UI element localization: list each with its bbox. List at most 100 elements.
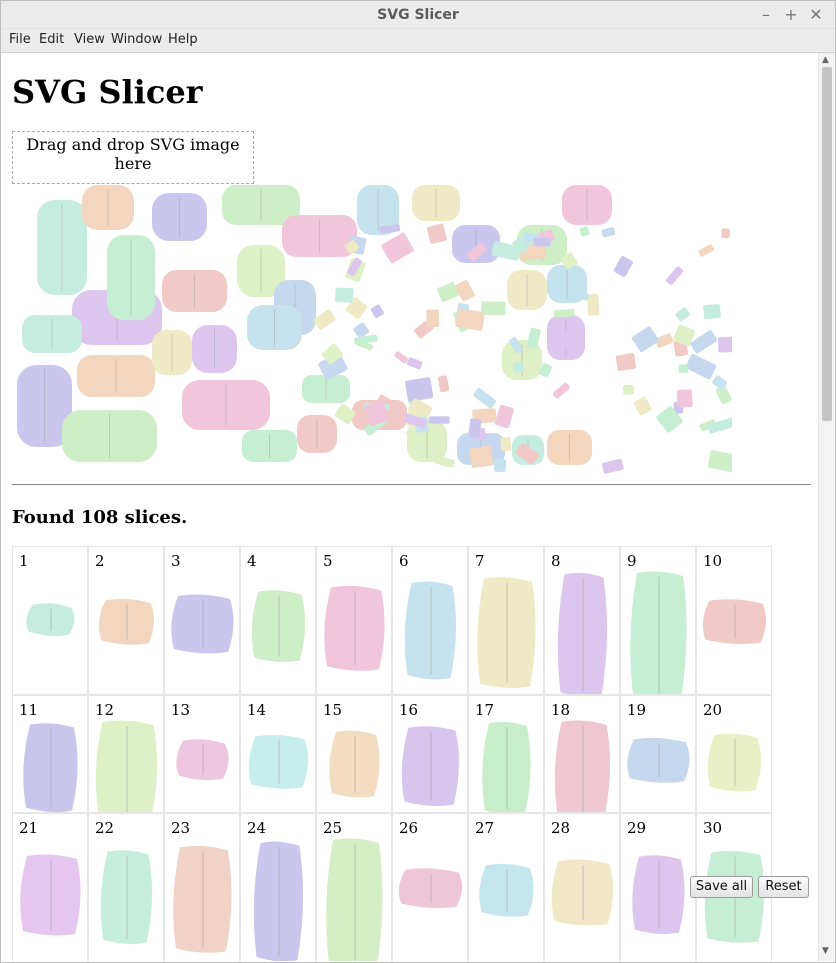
slice-thumbnail <box>479 863 534 917</box>
preview-small-shape <box>494 404 515 429</box>
preview-small-shape <box>613 255 633 277</box>
menu-view[interactable]: View <box>74 32 105 47</box>
preview-small-shape <box>468 418 482 438</box>
preview-small-shape <box>438 375 450 393</box>
slice-thumbnail <box>627 737 690 783</box>
preview-small-shape <box>721 228 731 239</box>
slice-cell[interactable]: 14 <box>240 695 316 813</box>
preview-small-shape <box>405 377 434 402</box>
slice-cell[interactable]: 18 <box>544 695 620 813</box>
slice-thumbnail <box>707 733 762 792</box>
slice-cell[interactable]: 6 <box>392 546 468 695</box>
slice-cell[interactable]: 23 <box>164 813 240 961</box>
slice-shape <box>557 572 608 694</box>
preview-small-shape <box>394 351 409 364</box>
slice-cell[interactable]: 17 <box>468 695 544 813</box>
preview-small-shape <box>678 364 689 373</box>
slice-thumbnail <box>557 572 608 694</box>
slice-cell[interactable]: 22 <box>88 813 164 961</box>
preview-small-shape <box>426 309 440 328</box>
slice-cell[interactable]: 29 <box>620 813 696 961</box>
slice-cell[interactable]: 5 <box>316 546 392 695</box>
close-icon[interactable]: ✕ <box>806 5 826 25</box>
slice-thumbnail <box>251 590 306 663</box>
slice-shape <box>630 571 687 694</box>
slice-shape <box>404 581 457 680</box>
preview-small-shape <box>533 237 551 247</box>
preview-small-shape <box>665 266 684 285</box>
slice-cell[interactable]: 10 <box>696 546 772 695</box>
slice-cell[interactable]: 19 <box>620 695 696 813</box>
drop-zone[interactable]: Drag and drop SVG image here <box>12 131 254 184</box>
slice-cell[interactable]: 1 <box>12 546 88 695</box>
slice-cell[interactable]: 20 <box>696 695 772 813</box>
slice-thumbnail <box>401 726 460 807</box>
slice-thumbnail <box>100 850 153 945</box>
slice-cell[interactable]: 12 <box>88 695 164 813</box>
page-title: SVG Slicer <box>12 73 203 111</box>
maximize-icon[interactable]: + <box>781 5 801 25</box>
preview-small-shape <box>426 223 447 244</box>
slice-shape <box>627 737 690 783</box>
preview-small-shape <box>633 396 652 416</box>
slice-cell[interactable]: 7 <box>468 546 544 695</box>
preview-small-shape <box>602 458 624 474</box>
slice-cell[interactable]: 24 <box>240 813 316 961</box>
preview-small-shape <box>381 232 414 264</box>
menu-window[interactable]: Window <box>111 32 162 47</box>
slice-shape <box>477 577 536 689</box>
slice-cell[interactable]: 3 <box>164 546 240 695</box>
slice-shape <box>707 733 762 792</box>
scrollbar-thumb[interactable] <box>822 67 832 421</box>
slice-cell[interactable]: 26 <box>392 813 468 961</box>
slice-thumbnail <box>98 598 155 645</box>
slice-thumbnail <box>248 734 309 789</box>
slice-thumbnail <box>702 599 767 645</box>
divider <box>12 484 811 485</box>
preview-small-shape <box>622 384 635 395</box>
slice-cell[interactable]: 15 <box>316 695 392 813</box>
slice-cell[interactable]: 11 <box>12 695 88 813</box>
slice-cell[interactable]: 21 <box>12 813 88 961</box>
slice-shape <box>398 868 463 909</box>
window-title: SVG Slicer <box>377 7 459 23</box>
reset-button[interactable]: Reset <box>758 876 809 898</box>
slice-cell[interactable]: 4 <box>240 546 316 695</box>
preview-small-shape <box>434 455 455 468</box>
slice-shape <box>482 721 531 812</box>
slice-cell[interactable]: 27 <box>468 813 544 961</box>
slice-thumbnail <box>477 577 536 689</box>
slice-cell[interactable]: 25 <box>316 813 392 961</box>
slice-cell[interactable]: 28 <box>544 813 620 961</box>
slice-shape <box>100 850 153 945</box>
menu-file[interactable]: File <box>9 32 31 47</box>
slice-shape <box>329 730 380 798</box>
minimize-icon[interactable]: – <box>756 5 776 25</box>
slice-shape <box>176 739 229 781</box>
vertical-scrollbar[interactable]: ▲ ▼ <box>818 53 835 961</box>
menu-edit[interactable]: Edit <box>39 32 64 47</box>
slice-cell[interactable]: 8 <box>544 546 620 695</box>
save-all-button[interactable]: Save all <box>690 876 753 898</box>
menu-help[interactable]: Help <box>168 32 198 47</box>
preview-small-shape <box>313 309 336 330</box>
slice-thumbnail <box>253 841 304 961</box>
slice-thumbnail <box>632 855 685 935</box>
slice-cell[interactable]: 2 <box>88 546 164 695</box>
slice-shape <box>554 720 611 812</box>
app-window: SVG Slicer – + ✕ File Edit View Window H… <box>0 0 836 963</box>
slice-thumbnail <box>171 594 234 654</box>
slice-cell[interactable]: 13 <box>164 695 240 813</box>
scroll-down-icon[interactable]: ▼ <box>822 946 829 956</box>
slice-thumbnail <box>398 868 463 909</box>
slice-shape <box>551 859 614 926</box>
slice-thumbnail <box>404 581 457 680</box>
preview-small-shape <box>500 436 512 452</box>
slice-cell[interactable]: 16 <box>392 695 468 813</box>
slice-thumbnail <box>173 845 232 953</box>
scroll-up-icon[interactable]: ▲ <box>822 55 829 65</box>
slice-shape <box>173 845 232 953</box>
title-bar: SVG Slicer – + ✕ <box>1 1 835 29</box>
slice-cell[interactable]: 9 <box>620 546 696 695</box>
slice-thumbnail <box>26 603 75 637</box>
